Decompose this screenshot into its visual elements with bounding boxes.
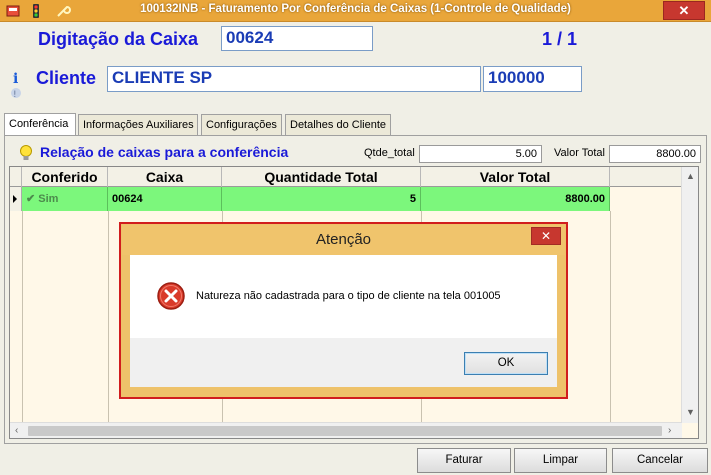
valor-total-field[interactable]: 8800.00 (609, 145, 701, 163)
horizontal-scrollbar[interactable]: ‹ › (10, 422, 682, 438)
cliente-label: Cliente (36, 68, 97, 88)
cell-conferido[interactable]: ✔ Sim (22, 187, 108, 211)
qtde-total-label: Qtde_total (364, 147, 415, 159)
window-title: 100132INB - Faturamento Por Conferência … (140, 3, 571, 15)
digitacao-label: Digitação da Caixa (38, 29, 199, 49)
check-icon: ✔ (26, 193, 36, 205)
dialog-title-bar: Atenção ✕ (122, 225, 565, 255)
dialog-body: Natureza não cadastrada para o tipo de c… (130, 255, 557, 338)
dialog-close-button[interactable]: ✕ (531, 227, 561, 245)
alert-dialog: Atenção ✕ Natureza não cadastrada para o… (119, 222, 568, 399)
cell-valor: 8800.00 (421, 187, 610, 211)
tab-conferencia[interactable]: Conferência (4, 113, 76, 135)
grid-header: Conferido Caixa Quantidade Total Valor T… (10, 167, 682, 187)
grid-corner (10, 167, 22, 187)
cliente-name-input[interactable]: CLIENTE SP (107, 66, 481, 92)
svg-text:i: i (13, 71, 18, 87)
column-header-conferido[interactable]: Conferido (22, 167, 108, 187)
faturar-button[interactable]: Faturar (417, 448, 511, 473)
ok-button[interactable]: OK (464, 352, 548, 375)
cell-conferido-text: Sim (38, 193, 59, 205)
lightbulb-icon (20, 145, 32, 160)
scroll-up-icon[interactable]: ▲ (686, 171, 695, 181)
app-icon[interactable] (5, 3, 21, 19)
grid-line (108, 211, 109, 422)
cell-caixa: 00624 (108, 187, 222, 211)
cancelar-button[interactable]: Cancelar (612, 448, 708, 473)
grid-line (22, 211, 23, 422)
record-counter: 1 / 1 (542, 29, 578, 49)
title-bar: 100132INB - Faturamento Por Conferência … (0, 0, 711, 22)
caixa-input[interactable]: 00624 (221, 26, 373, 51)
qtde-total-field[interactable]: 5.00 (419, 145, 542, 163)
valor-total-label: Valor Total (554, 147, 605, 159)
vertical-scrollbar[interactable]: ▲ ▼ (681, 167, 698, 423)
svg-text:!: ! (13, 90, 17, 100)
dialog-title: Atenção (315, 231, 372, 248)
column-header-quantidade[interactable]: Quantidade Total (222, 167, 421, 187)
horizontal-scroll-thumb[interactable] (28, 426, 662, 436)
scroll-down-icon[interactable]: ▼ (686, 407, 695, 417)
scroll-right-icon[interactable]: › (668, 425, 671, 436)
boxes-section-title: Relação de caixas para a conferência (40, 144, 289, 160)
dialog-message: Natureza não cadastrada para o tipo de c… (196, 290, 501, 302)
tab-configuracoes[interactable]: Configurações (201, 114, 282, 135)
column-header-valor[interactable]: Valor Total (421, 167, 610, 187)
limpar-button[interactable]: Limpar (514, 448, 607, 473)
row-indicator[interactable] (10, 187, 22, 211)
table-row[interactable]: ✔ Sim 00624 5 8800.00 (22, 187, 610, 211)
tab-informacoes-auxiliares[interactable]: Informações Auxiliares (78, 114, 198, 135)
cliente-code-input[interactable]: 100000 (483, 66, 582, 92)
info-icon[interactable]: i ! (9, 70, 23, 104)
tab-detalhes-cliente[interactable]: Detalhes do Cliente (285, 114, 391, 135)
window-close-button[interactable]: ✕ (663, 1, 705, 20)
grid-line (610, 211, 611, 422)
scroll-left-icon[interactable]: ‹ (15, 425, 18, 436)
error-icon (157, 282, 185, 310)
traffic-light-icon[interactable] (28, 3, 44, 19)
column-header-caixa[interactable]: Caixa (108, 167, 222, 187)
cell-quantidade: 5 (222, 187, 421, 211)
